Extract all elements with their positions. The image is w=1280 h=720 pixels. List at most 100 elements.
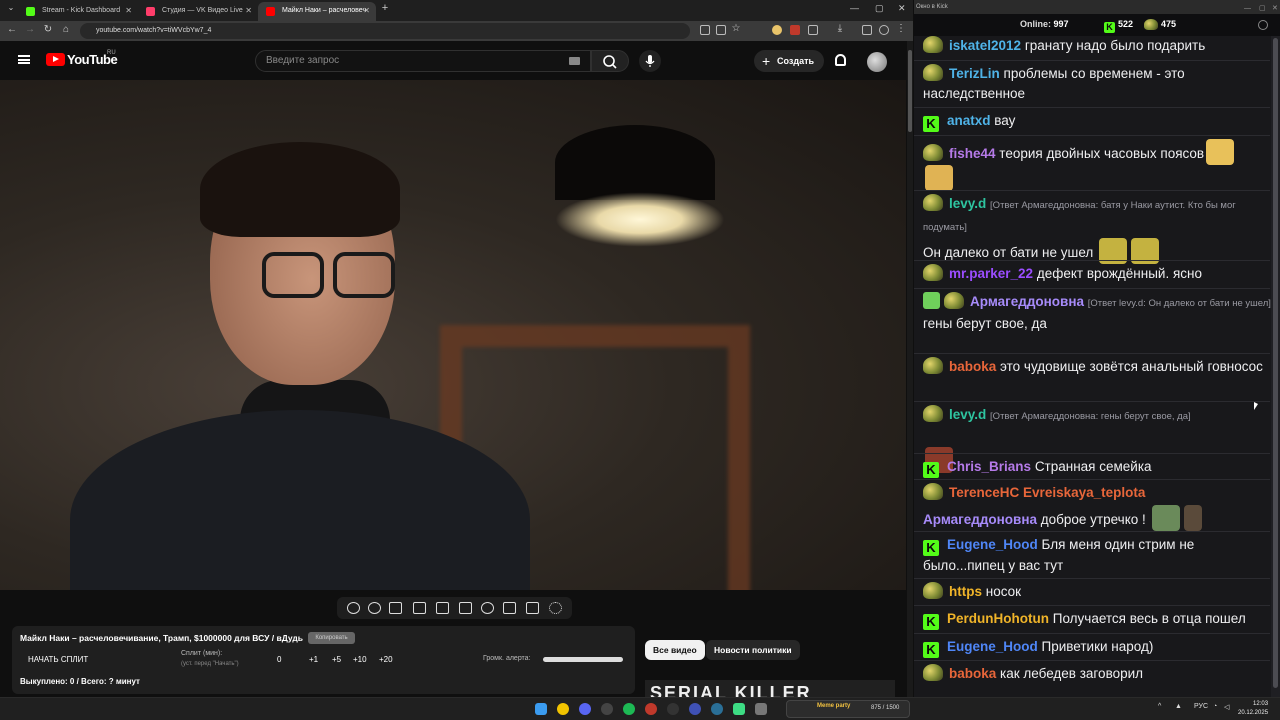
close-tab-icon[interactable]: ✕ (245, 2, 252, 19)
clapper-icon[interactable] (413, 602, 426, 614)
spotify-icon[interactable] (623, 703, 635, 715)
chat-username[interactable]: levy.d (949, 196, 986, 211)
back-icon[interactable]: ← (5, 24, 19, 35)
chat-username[interactable]: baboka (949, 666, 996, 681)
extension-icon[interactable] (790, 25, 800, 35)
download-icon[interactable]: ⤓ (833, 23, 847, 34)
reload-icon[interactable]: ↻ (41, 24, 55, 35)
picture-in-picture-icon[interactable] (436, 602, 449, 614)
film-strip-icon[interactable] (459, 602, 472, 614)
minimize-icon[interactable]: — (850, 3, 859, 13)
create-button[interactable]: + Создать (754, 50, 824, 72)
online-label: Online: (1020, 19, 1051, 29)
search-button[interactable] (591, 50, 629, 72)
copy-button[interactable]: Копировать (308, 632, 355, 644)
volume-slider[interactable] (543, 657, 623, 662)
chrome-icon[interactable] (557, 703, 569, 715)
new-tab-button[interactable]: + (378, 2, 392, 14)
chat-username[interactable]: mr.parker_22 (949, 266, 1033, 281)
maximize-icon[interactable]: ▢ (875, 3, 884, 14)
notifications-bell-icon[interactable] (835, 54, 846, 66)
app-icon[interactable] (733, 703, 745, 715)
chat-username[interactable]: PerdunHohotun (947, 611, 1049, 626)
chat-username[interactable]: TerizLin (949, 66, 1000, 81)
extensions-puzzle-icon[interactable] (808, 25, 818, 35)
search-input[interactable]: Введите запрос (255, 50, 591, 72)
chat-username[interactable]: Армагеддоновна (923, 512, 1037, 527)
gear-icon[interactable] (549, 602, 562, 614)
add-20-button[interactable]: +20 (379, 655, 393, 664)
language-indicator[interactable]: РУС (1194, 703, 1208, 710)
forward-icon[interactable]: → (23, 24, 37, 35)
chat-username[interactable]: anatxd (947, 113, 991, 128)
camera-icon[interactable] (526, 602, 539, 614)
start-split-button[interactable]: НАЧАТЬ СПЛИТ (28, 655, 88, 664)
chat-username[interactable]: baboka (949, 359, 996, 374)
chat-username[interactable]: iskatel2012 (949, 38, 1021, 53)
url-input[interactable]: youtube.com/watch?v=tiWVcbYw7_4 (80, 23, 690, 39)
bookmark-star-icon[interactable]: ☆ (729, 23, 743, 34)
video-player[interactable] (0, 80, 906, 590)
close-window-icon[interactable]: ✕ (898, 3, 906, 14)
menu-dots-icon[interactable]: ⋮ (894, 23, 908, 34)
loop-icon[interactable] (347, 602, 360, 614)
chat-username[interactable]: Eugene_Hood (947, 537, 1038, 552)
cast-icon[interactable] (700, 25, 710, 35)
windows-start-icon[interactable] (535, 703, 547, 715)
profile-icon[interactable] (879, 25, 889, 35)
chip-all-videos[interactable]: Все видео (645, 640, 705, 660)
tray-chevron-icon[interactable]: ^ (1158, 703, 1161, 710)
app-icon[interactable] (689, 703, 701, 715)
close-tab-icon[interactable]: ✕ (125, 2, 132, 19)
add-10-button[interactable]: +10 (353, 655, 367, 664)
broadcast-icon[interactable] (368, 602, 381, 614)
obs-icon[interactable] (601, 703, 613, 715)
chat-username[interactable]: Армагеддоновна (970, 294, 1084, 309)
chip-politics[interactable]: Новости политики (706, 640, 800, 660)
moderator-shield-icon (923, 292, 940, 309)
chat-username[interactable]: https (949, 584, 982, 599)
kick-logo-icon: K (1104, 22, 1115, 33)
chat-username[interactable]: Eugene_Hood (947, 639, 1038, 654)
app-icon[interactable] (755, 703, 767, 715)
discord-icon[interactable] (579, 703, 591, 715)
clock[interactable]: 12:03 20.12.2025 (1238, 700, 1268, 718)
eye-icon[interactable] (389, 602, 402, 614)
menu-hamburger-icon[interactable] (18, 55, 30, 64)
settings-icon[interactable] (1258, 20, 1268, 30)
chat-divider (914, 479, 1270, 480)
network-icon[interactable]: ◔ (1213, 703, 1217, 710)
tray-icon[interactable]: ▲ (1175, 703, 1182, 710)
chat-username[interactable]: TerenceHC (949, 485, 1019, 500)
chat-username[interactable]: fishe44 (949, 146, 996, 161)
tab-kick-dashboard[interactable]: Stream - Kick Dashboard ✕ (18, 2, 138, 21)
tab-vk-studio[interactable]: Студия — VK Видео Live ✕ (138, 2, 258, 21)
add-5-button[interactable]: +5 (332, 655, 341, 664)
voice-search-button[interactable] (639, 50, 661, 72)
sidepanel-icon[interactable] (862, 25, 872, 35)
speed-icon[interactable] (481, 602, 494, 614)
home-icon[interactable]: ⌂ (59, 24, 73, 35)
app-icon[interactable] (667, 703, 679, 715)
volume-icon[interactable]: ◁ (1224, 703, 1229, 711)
chat-scrollbar-thumb[interactable] (1273, 38, 1278, 688)
media-widget[interactable]: Meme party 875 / 1500 (786, 700, 910, 718)
add-1-button[interactable]: +1 (309, 655, 318, 664)
page-scrollbar-thumb[interactable] (908, 50, 912, 132)
steam-icon[interactable] (711, 703, 723, 715)
recommended-thumbnail[interactable]: SERIAL KILLER (645, 680, 895, 697)
tab-youtube-video[interactable]: Майкл Наки – расчеловеч ✕ (258, 2, 376, 21)
keyboard-icon[interactable] (569, 57, 580, 65)
tab-search-icon[interactable]: ⌄ (4, 3, 18, 12)
pepe-badge-icon (923, 664, 943, 681)
page-scrollbar[interactable] (907, 41, 913, 697)
youtube-logo-icon[interactable] (46, 53, 65, 66)
avatar[interactable] (867, 52, 887, 72)
chat-username[interactable]: levy.d (949, 407, 986, 422)
close-tab-icon[interactable]: ✕ (363, 2, 370, 19)
add-clip-icon[interactable] (503, 602, 516, 614)
extension-icon[interactable] (772, 25, 782, 35)
chat-username[interactable]: Chris_Brians (947, 459, 1031, 474)
screenshot-icon[interactable] (716, 25, 726, 35)
app-icon[interactable] (645, 703, 657, 715)
